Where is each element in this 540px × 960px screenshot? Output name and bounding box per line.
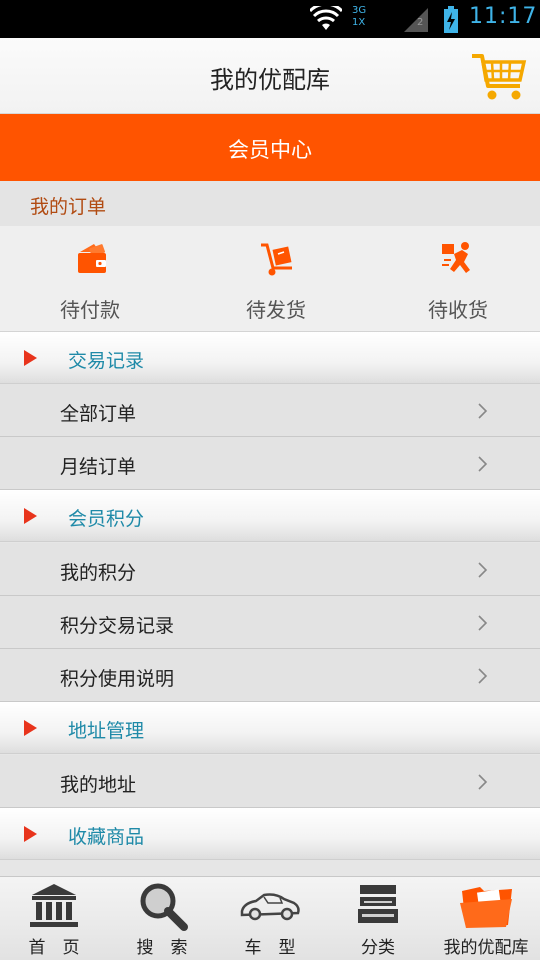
delivery-runner-icon <box>442 242 470 273</box>
chevron-right-icon <box>478 456 488 472</box>
list-item-label: 积分使用说明 <box>60 668 175 690</box>
folder-icon <box>460 887 512 928</box>
wallet-icon <box>78 244 106 273</box>
my-orders-header: 我的订单 <box>0 181 540 226</box>
section-address-management[interactable]: 地址管理 <box>0 702 540 754</box>
tab-label: 我的优配库 <box>443 938 529 958</box>
list-item-label: 我的地址 <box>60 774 137 796</box>
list-item-label: 月结订单 <box>60 456 137 478</box>
tab-label: 车 型 <box>244 938 296 958</box>
network-type: 3G 1X <box>352 5 367 28</box>
car-icon <box>240 893 300 921</box>
triangle-right-icon <box>24 508 37 524</box>
signal-icon <box>404 8 428 32</box>
tab-search[interactable]: 搜 索 <box>108 877 216 960</box>
bank-building-icon <box>30 884 78 927</box>
tab-car-model[interactable]: 车 型 <box>216 877 324 960</box>
list-item-points-usage-guide[interactable]: 积分使用说明 <box>0 649 540 702</box>
member-center-title: 会员中心 <box>228 138 312 162</box>
list-item-label: 全部订单 <box>60 403 137 425</box>
section-member-points[interactable]: 会员积分 <box>0 490 540 542</box>
clock: 11:17 <box>469 4 538 29</box>
tab-category[interactable]: 分类 <box>324 877 432 960</box>
order-pending-receipt[interactable]: 待收货 <box>368 226 540 332</box>
magnifier-icon <box>140 883 188 931</box>
section-favorite-products[interactable]: 收藏商品 <box>0 808 540 860</box>
tab-label: 搜 索 <box>136 938 188 958</box>
list-item-my-points[interactable]: 我的积分 <box>0 543 540 596</box>
chevron-right-icon <box>478 774 488 790</box>
hand-truck-icon <box>261 243 292 276</box>
list-item-all-orders[interactable]: 全部订单 <box>0 384 540 437</box>
bottom-tab-bar: 首 页 搜 索 车 型 分类 我的优配库 <box>0 876 540 960</box>
order-status-row: 待付款 待发货 待收货 <box>0 226 540 332</box>
tab-home[interactable]: 首 页 <box>0 877 108 960</box>
chevron-right-icon <box>478 668 488 684</box>
sim-index: 2 <box>417 17 424 28</box>
triangle-right-icon <box>24 350 37 366</box>
list-item-points-transactions[interactable]: 积分交易记录 <box>0 596 540 649</box>
order-label: 待收货 <box>428 298 488 322</box>
section-transaction-records[interactable]: 交易记录 <box>0 332 540 384</box>
shopping-cart-icon[interactable] <box>470 52 528 104</box>
battery-charging-icon <box>444 6 458 33</box>
tab-label: 分类 <box>361 938 395 958</box>
order-label: 待发货 <box>246 298 306 322</box>
app-header: 我的优配库 <box>0 38 540 114</box>
triangle-right-icon <box>24 720 37 736</box>
order-pending-shipment[interactable]: 待发货 <box>186 226 366 332</box>
stack-icon <box>358 885 398 923</box>
list-item-label: 积分交易记录 <box>60 615 175 637</box>
triangle-right-icon <box>24 826 37 842</box>
my-orders-title: 我的订单 <box>30 196 107 218</box>
member-center-bar: 会员中心 <box>0 114 540 181</box>
wifi-icon <box>310 6 342 30</box>
list-item-label: 我的积分 <box>60 562 137 584</box>
section-label: 会员积分 <box>68 508 145 530</box>
tab-label: 首 页 <box>28 938 80 958</box>
status-bar: 3G 1X 2 11:17 <box>0 0 540 38</box>
section-label: 地址管理 <box>68 720 145 742</box>
section-label: 交易记录 <box>68 350 145 372</box>
chevron-right-icon <box>478 562 488 578</box>
list-item-monthly-orders[interactable]: 月结订单 <box>0 437 540 490</box>
order-label: 待付款 <box>60 298 120 322</box>
order-pending-payment[interactable]: 待付款 <box>0 226 180 332</box>
section-label: 收藏商品 <box>68 826 145 848</box>
tab-my-youpeiku[interactable]: 我的优配库 <box>432 877 540 960</box>
chevron-right-icon <box>478 615 488 631</box>
list-item-my-address[interactable]: 我的地址 <box>0 755 540 808</box>
page-title: 我的优配库 <box>210 66 330 94</box>
chevron-right-icon <box>478 403 488 419</box>
